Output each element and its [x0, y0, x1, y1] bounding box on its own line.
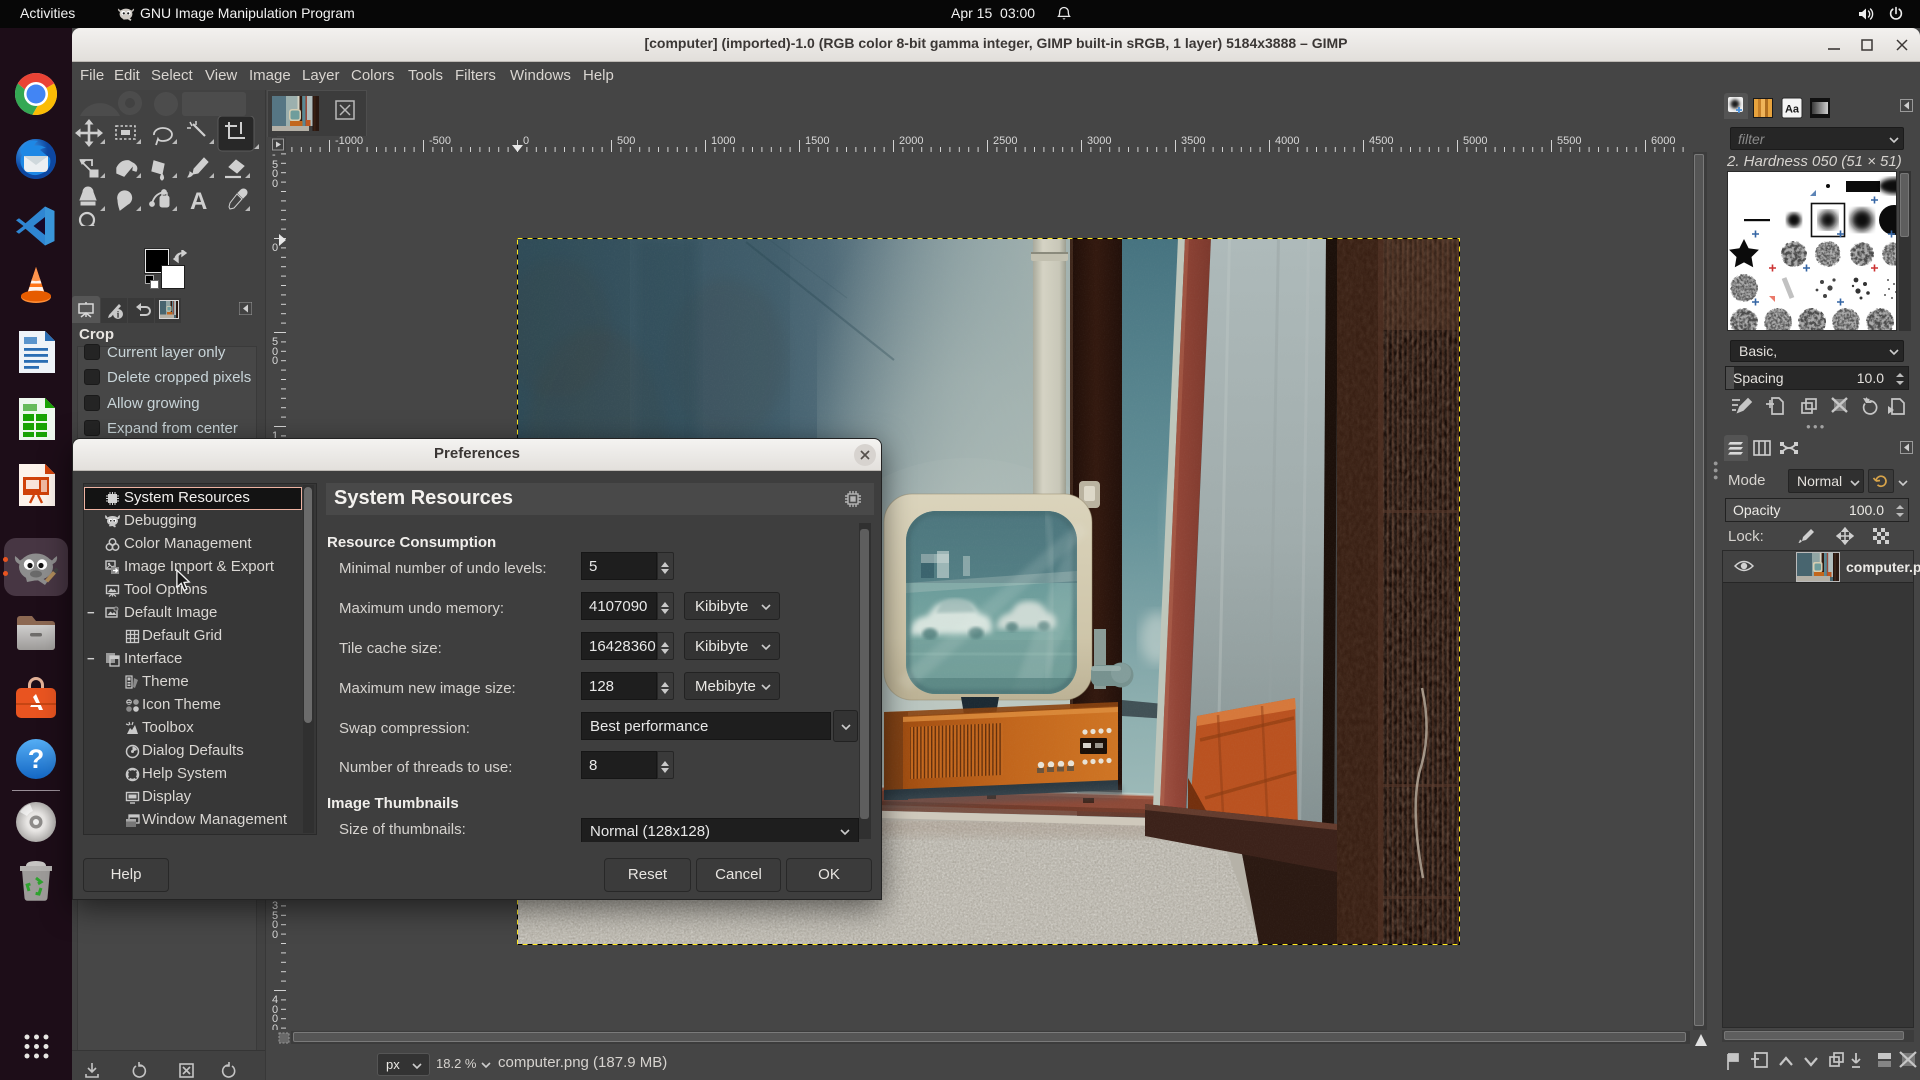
- svg-text:A: A: [190, 188, 207, 215]
- svg-text:Aa: Aa: [1785, 104, 1800, 116]
- svg-text:?: ?: [28, 744, 45, 774]
